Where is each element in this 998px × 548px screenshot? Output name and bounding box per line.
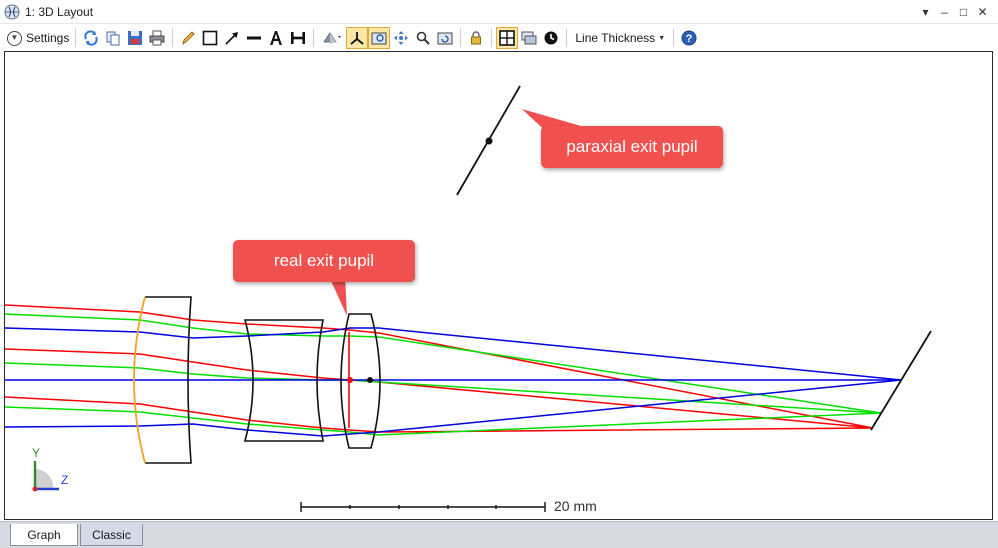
arrow-button[interactable]	[221, 27, 243, 49]
pencil-icon	[182, 31, 195, 45]
scale-bar	[300, 502, 546, 512]
reset-view-icon	[437, 32, 453, 45]
zoom-button[interactable]	[412, 27, 434, 49]
chevron-down-icon: ▼	[7, 30, 22, 46]
rotate-view-icon	[323, 32, 342, 44]
refresh-icon	[84, 30, 98, 46]
settings-button[interactable]: ▼ Settings	[5, 27, 71, 49]
tab-graph[interactable]: Graph	[10, 524, 78, 546]
rotate-view-dropdown[interactable]	[318, 27, 346, 49]
lens-vertex-dot	[367, 377, 373, 383]
copy-button[interactable]	[102, 27, 124, 49]
print-button[interactable]	[146, 27, 168, 49]
line-thickness-dropdown[interactable]: Line Thickness ▼	[571, 27, 669, 49]
tab-classic[interactable]: Classic	[80, 524, 143, 546]
fit-window-icon	[499, 30, 516, 46]
title-bar: 1: 3D Layout ▾ – □ ✕	[0, 0, 998, 24]
arrow-icon	[225, 32, 239, 45]
app-lens-icon	[4, 4, 20, 19]
toolbar-separator	[75, 29, 77, 47]
lock-icon	[471, 31, 482, 45]
window-menu-button[interactable]: ▾	[916, 3, 935, 21]
maximize-button[interactable]: □	[954, 3, 973, 21]
optical-layout-drawing	[5, 85, 932, 512]
toolbar-separator	[460, 29, 462, 47]
caret-down-icon: ▼	[658, 34, 666, 42]
zoom-to-fit-icon	[371, 32, 387, 45]
layers-icon	[521, 31, 537, 45]
close-button[interactable]: ✕	[973, 3, 992, 21]
toolbar-separator	[566, 29, 568, 47]
dimension-button[interactable]	[287, 27, 309, 49]
dimension-icon	[291, 32, 306, 44]
window-title: 1: 3D Layout	[25, 4, 94, 19]
help-button[interactable]: ?	[678, 27, 700, 49]
save-button[interactable]	[124, 27, 146, 49]
fit-window-button[interactable]	[496, 27, 519, 49]
lock-button[interactable]	[465, 27, 487, 49]
pan-icon	[394, 31, 409, 45]
tab-bar: Graph Classic	[0, 521, 998, 548]
layout-canvas[interactable]: paraxial exit pupil real exit pupil Y Z …	[4, 51, 993, 520]
toolbar: ▼ Settings Line Thickness ▼ ?	[0, 25, 998, 51]
print-icon	[149, 30, 165, 46]
paraxial-exit-pupil-dot	[485, 137, 493, 145]
rectangle-icon	[203, 30, 218, 46]
minimize-button[interactable]: –	[935, 3, 954, 21]
layers-button[interactable]	[518, 27, 540, 49]
toolbar-separator	[172, 29, 174, 47]
axis-triad	[32, 461, 59, 492]
toolbar-separator	[313, 29, 315, 47]
pan-button[interactable]	[390, 27, 412, 49]
svg-text:?: ?	[686, 33, 693, 45]
scale-bar-label: 20 mm	[554, 498, 597, 514]
toolbar-separator	[673, 29, 675, 47]
axes-icon	[350, 32, 364, 45]
help-icon: ?	[681, 30, 697, 46]
y-axis-label: Y	[32, 446, 41, 460]
timer-button[interactable]	[540, 27, 562, 49]
save-icon	[128, 31, 143, 45]
toolbar-separator	[491, 29, 493, 47]
refresh-button[interactable]	[80, 27, 102, 49]
pencil-button[interactable]	[177, 27, 199, 49]
settings-label: Settings	[26, 31, 70, 45]
axes-button[interactable]	[346, 27, 369, 49]
zoom-icon	[417, 31, 431, 45]
z-axis-label: Z	[61, 473, 69, 487]
line-thickness-label: Line Thickness	[575, 31, 656, 45]
timer-icon	[544, 31, 558, 45]
real-exit-pupil-callout[interactable]: real exit pupil	[233, 240, 415, 282]
text-icon	[270, 31, 283, 45]
rectangle-button[interactable]	[199, 27, 221, 49]
line-icon	[247, 36, 262, 40]
reset-view-button[interactable]	[434, 27, 456, 49]
line-button[interactable]	[243, 27, 265, 49]
real-exit-pupil-dot	[347, 377, 353, 383]
blue-ray-bundle	[5, 327, 902, 437]
text-button[interactable]	[265, 27, 287, 49]
paraxial-exit-pupil-callout[interactable]: paraxial exit pupil	[541, 126, 723, 168]
copy-icon	[106, 31, 120, 46]
zoom-to-fit-button[interactable]	[368, 27, 391, 49]
